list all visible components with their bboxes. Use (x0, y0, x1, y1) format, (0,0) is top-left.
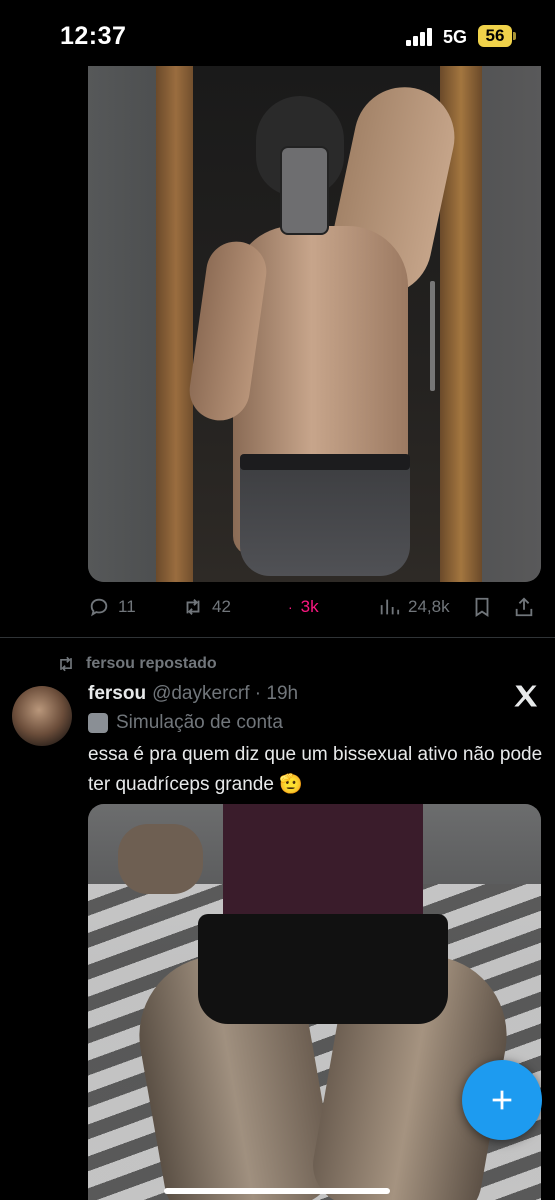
mask-icon (88, 713, 108, 733)
reply-icon (90, 598, 108, 617)
account-label-row: Simulação de conta (88, 712, 283, 734)
views-icon (380, 599, 400, 615)
network-label: 5G (443, 27, 468, 47)
battery-icon: 56 (478, 25, 512, 47)
compose-button[interactable] (462, 1060, 542, 1140)
feed-screen: 12:37 5G 56 11 42 · 3k 24,8k fersou repo… (0, 0, 555, 1200)
tweet-photo-quads[interactable] (88, 804, 541, 1200)
like-count: 3k (300, 597, 319, 616)
bookmark-icon (475, 597, 489, 617)
tweet-action-bar: 11 42 · 3k 24,8k (88, 590, 540, 624)
battery-tip (513, 32, 516, 40)
reply-button[interactable]: 11 (88, 590, 136, 624)
tweet-header: fersou @daykercrf · 19h (88, 683, 298, 705)
home-indicator[interactable] (164, 1188, 390, 1194)
account-label: Simulação de conta (116, 712, 283, 733)
compose-plus-icon (492, 1090, 512, 1110)
repost-button[interactable]: 42 (182, 590, 231, 624)
repost-icon (186, 599, 200, 615)
tweet-divider (0, 637, 555, 638)
views-button[interactable]: 24,8k (378, 590, 450, 624)
like-icon: · (288, 599, 293, 615)
x-logo-icon[interactable] (512, 682, 540, 710)
reply-count: 11 (118, 597, 136, 616)
handle-and-time[interactable]: @daykercrf · 19h (152, 683, 298, 705)
status-bar: 12:37 5G 56 (0, 0, 555, 66)
views-count: 24,8k (408, 597, 450, 616)
repost-label: fersou repostado (86, 655, 217, 672)
bookmark-button[interactable] (471, 590, 493, 624)
like-button[interactable]: · 3k (288, 590, 319, 624)
tweet-text: essa é pra quem diz que um bissexual ati… (88, 744, 543, 795)
repost-indicator[interactable]: fersou repostado (56, 654, 217, 674)
avatar[interactable] (12, 686, 72, 746)
status-time: 12:37 (60, 22, 127, 50)
share-button[interactable] (513, 590, 535, 624)
share-icon (515, 597, 533, 617)
repost-icon (60, 656, 72, 672)
display-name[interactable]: fersou (88, 683, 146, 705)
tweet-photo-mirror-selfie[interactable] (88, 66, 541, 582)
repost-count: 42 (212, 597, 231, 616)
signal-icon (406, 28, 436, 46)
